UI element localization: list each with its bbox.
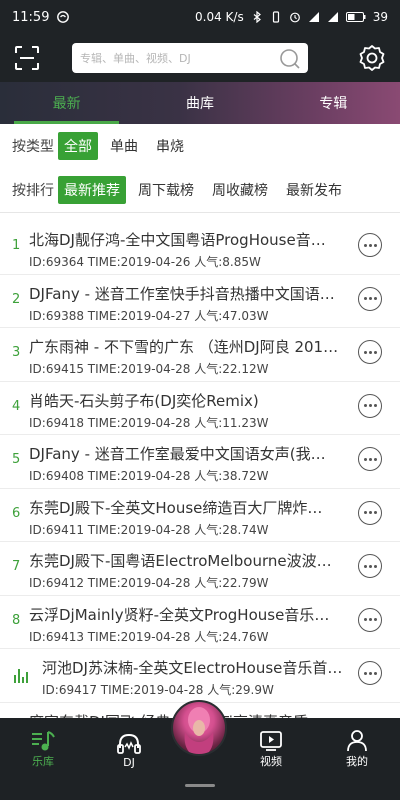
more-options-icon[interactable] [358, 340, 382, 364]
app-header: 专辑、单曲、视频、DJ [0, 34, 400, 82]
nav-dj[interactable]: DJ [86, 718, 172, 772]
filter-type-row: 按类型 全部 单曲 串烧 [0, 130, 400, 162]
nav-library[interactable]: 乐库 [0, 718, 86, 772]
song-title: 北海DJ靓仔鸿-全中文国粤语ProgHouse音… [29, 231, 326, 249]
divider [0, 212, 400, 213]
song-title: DJFany - 迷音工作室最爱中文国语女声(我… [29, 445, 326, 463]
song-row[interactable]: 4 肖皓天-石头剪子布(DJ奕伦Remix) ID:69418 TIME:201… [0, 382, 400, 435]
song-index: 7 [12, 559, 21, 574]
song-index: 3 [12, 345, 21, 360]
more-options-icon[interactable] [358, 661, 382, 685]
song-title: 肖皓天-石头剪子布(DJ奕伦Remix) [29, 391, 259, 410]
search-icon[interactable] [278, 47, 300, 69]
search-input[interactable]: 专辑、单曲、视频、DJ [72, 43, 308, 73]
more-options-icon[interactable] [358, 447, 382, 471]
song-meta: ID:69418 TIME:2019-04-28 人气:11.23W [29, 415, 269, 430]
song-row-playing[interactable]: 河池DJ苏沫楠-全英文ElectroHouse音乐首… ID:69417 TIM… [0, 649, 400, 703]
filter-type-label: 按类型 [12, 139, 54, 155]
alarm-icon [289, 12, 300, 23]
tab-albums[interactable]: 专辑 [267, 82, 400, 124]
song-index: 8 [12, 612, 21, 628]
scan-button[interactable] [12, 43, 42, 73]
song-meta: ID:69413 TIME:2019-04-28 人气:24.76W [29, 629, 269, 644]
nav-mine-label: 我的 [346, 755, 368, 768]
battery-level: 39 [372, 10, 388, 24]
tab-library[interactable]: 曲库 [133, 82, 266, 124]
sort-latest-release[interactable]: 最新发布 [280, 176, 348, 204]
scan-icon [15, 46, 39, 70]
song-row[interactable]: 2 DJFany - 迷音工作室快手抖音热播中文国语… ID:69388 TIM… [0, 275, 400, 328]
song-title: 河池DJ苏沫楠-全英文ElectroHouse音乐首… [42, 659, 343, 677]
song-row[interactable]: 3 广东雨神 - 不下雪的广东 （连州DJ阿良 201… ID:69415 TI… [0, 328, 400, 382]
now-playing-equalizer-icon [14, 667, 30, 683]
song-row[interactable]: 6 东莞DJ殿下-全英文House缔造百大厂牌炸… ID:69411 TIME:… [0, 489, 400, 542]
filter-sort-label: 按排行 [12, 183, 54, 199]
song-meta: ID:69388 TIME:2019-04-27 人气:47.03W [29, 308, 269, 323]
person-icon [347, 730, 367, 752]
sort-latest-recommend[interactable]: 最新推荐 [58, 176, 126, 204]
headphones-icon [117, 733, 141, 754]
more-options-icon[interactable] [358, 554, 382, 578]
song-index: 2 [12, 291, 21, 307]
filter-type-medley[interactable]: 串烧 [150, 132, 190, 160]
nav-dj-label: DJ [123, 756, 135, 769]
more-options-icon[interactable] [358, 500, 382, 525]
tab-latest[interactable]: 最新 [0, 82, 133, 124]
song-title: 云浮DjMainly贤籽-全英文ProgHouse音乐缥… [29, 605, 341, 624]
nav-mine[interactable]: 我的 [314, 718, 400, 772]
song-meta: ID:69417 TIME:2019-04-28 人气:29.9W [42, 683, 274, 697]
bluetooth-icon [253, 11, 261, 23]
song-row[interactable]: 8 云浮DjMainly贤籽-全英文ProgHouse音乐缥… ID:69413… [0, 596, 400, 649]
more-options-icon[interactable] [358, 607, 382, 632]
sort-weekly-favorites[interactable]: 周收藏榜 [206, 176, 274, 204]
song-index: 5 [12, 452, 21, 467]
song-meta: ID:69364 TIME:2019-04-26 人气:8.85W [29, 255, 261, 269]
network-speed: 0.04 K/s [195, 10, 244, 24]
song-meta: ID:69415 TIME:2019-04-28 人气:22.12W [29, 362, 269, 376]
search-placeholder: 专辑、单曲、视频、DJ [80, 52, 191, 65]
signal-icon [308, 12, 319, 22]
signal-2-icon [327, 12, 338, 22]
song-index: 4 [12, 398, 21, 414]
song-title: 东莞DJ殿下-国粤语ElectroMelbourne波波… [29, 552, 332, 570]
song-row[interactable]: 1 北海DJ靓仔鸿-全中文国粤语ProgHouse音… ID:69364 TIM… [0, 221, 400, 275]
song-title: 东莞DJ殿下-全英文House缔造百大厂牌炸… [29, 498, 323, 517]
more-options-icon[interactable] [358, 286, 382, 311]
video-icon [260, 731, 282, 751]
home-indicator [185, 784, 215, 787]
song-list: 1 北海DJ靓仔鸿-全中文国粤语ProgHouse音… ID:69364 TIM… [0, 221, 400, 756]
now-playing-disc[interactable] [171, 700, 227, 756]
song-meta: ID:69411 TIME:2019-04-28 人气:28.74W [29, 522, 269, 537]
song-index: 6 [12, 505, 21, 521]
more-options-icon[interactable] [358, 393, 382, 418]
more-options-icon[interactable] [358, 233, 382, 257]
status-time: 11:59 [12, 9, 50, 25]
filter-sort-row: 按排行 最新推荐 周下载榜 周收藏榜 最新发布 [0, 174, 400, 206]
song-title: 广东雨神 - 不下雪的广东 （连州DJ阿良 201… [29, 338, 339, 356]
main-tabs: 最新 曲库 专辑 [0, 82, 400, 124]
battery-icon [345, 12, 366, 22]
filter-type-single[interactable]: 单曲 [104, 132, 144, 160]
sort-weekly-downloads[interactable]: 周下载榜 [132, 176, 200, 204]
song-row[interactable]: 7 东莞DJ殿下-国粤语ElectroMelbourne波波… ID:69412… [0, 542, 400, 596]
status-bar: 11:59 0.04 K/s 39 [0, 0, 400, 34]
nav-video[interactable]: 视频 [228, 718, 314, 772]
nav-video-label: 视频 [260, 755, 282, 768]
song-row[interactable]: 5 DJFany - 迷音工作室最爱中文国语女声(我… ID:69408 TIM… [0, 435, 400, 489]
settings-button[interactable] [356, 42, 388, 74]
vibrate-icon [272, 11, 279, 23]
song-index: 1 [12, 238, 21, 253]
app-screen: 11:59 0.04 K/s 39 专辑、单曲、视频、DJ 最新 曲库 专辑 按… [0, 0, 400, 800]
song-meta: ID:69412 TIME:2019-04-28 人气:22.79W [29, 576, 269, 590]
music-note-icon [32, 731, 55, 751]
app-notification-icon [57, 11, 70, 23]
song-title: DJFany - 迷音工作室快手抖音热播中文国语… [29, 284, 335, 303]
nav-library-label: 乐库 [32, 755, 54, 768]
album-cover-icon [184, 707, 214, 754]
filter-type-all[interactable]: 全部 [58, 132, 98, 160]
settings-icon [359, 45, 385, 71]
song-meta: ID:69408 TIME:2019-04-28 人气:38.72W [29, 469, 269, 483]
